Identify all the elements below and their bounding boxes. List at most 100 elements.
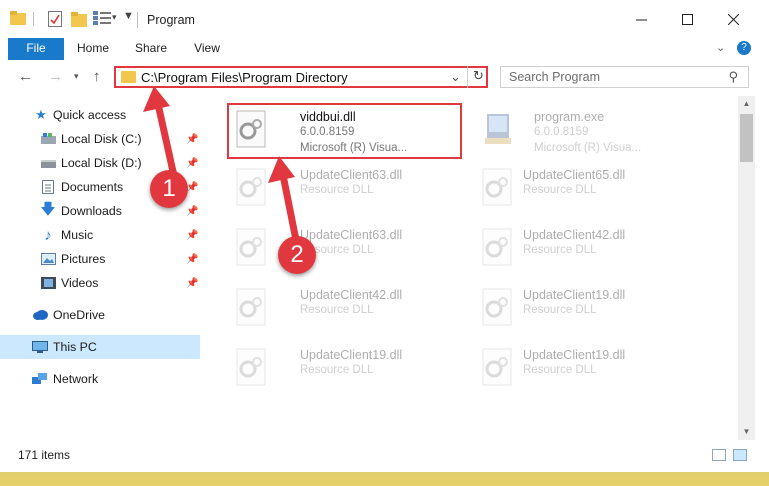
file-tile-updateclient42-dll[interactable]: UpdateClient42.dll Resource DLL	[475, 222, 705, 270]
sidebar-item-label: Pictures	[61, 252, 106, 266]
star-icon: ★	[35, 107, 47, 122]
title-bar: ▾ ▼ Program	[0, 0, 769, 38]
file-tile-updateclient65-dll[interactable]: UpdateClient65.dll Resource DLL	[475, 162, 705, 210]
file-type: Resource DLL	[300, 304, 374, 316]
file-type: Resource DLL	[523, 244, 597, 256]
address-path: C:\Program Files\Program Directory	[141, 70, 348, 85]
folder-icon	[10, 11, 26, 28]
dll-file-icon	[235, 348, 269, 386]
refresh-icon: ↻	[473, 68, 484, 83]
sidebar-item-onedrive[interactable]: OneDrive	[0, 303, 200, 327]
item-count: 171 items	[18, 448, 71, 462]
search-placeholder: Search Program	[509, 70, 601, 84]
back-arrow-icon[interactable]: ←	[18, 68, 33, 85]
refresh-button[interactable]: ↻	[467, 66, 489, 88]
sidebar-item-label: This PC	[53, 340, 97, 354]
search-input[interactable]: Search Program ⚲	[500, 66, 749, 88]
dll-file-icon	[235, 228, 269, 266]
sidebar-item-label: OneDrive	[53, 308, 105, 322]
annotation-badge-2: 2	[278, 236, 316, 274]
address-bar[interactable]: C:\Program Files\Program Directory ⌄	[114, 66, 488, 88]
file-name: UpdateClient42.dll	[523, 228, 626, 242]
sidebar-item-videos[interactable]: Videos 📌	[0, 271, 200, 295]
sidebar-item-pictures[interactable]: Pictures 📌	[0, 247, 200, 271]
vertical-scrollbar[interactable]: ▲ ▼	[738, 96, 755, 440]
file-tile-updateclient19-dll[interactable]: UpdateClient19.dll Resource DLL	[475, 282, 705, 330]
file-name: UpdateClient19.dll	[523, 288, 626, 302]
pin-icon[interactable]: 📌	[186, 158, 198, 169]
tab-view[interactable]: View	[186, 38, 228, 60]
tab-share[interactable]: Share	[127, 38, 175, 60]
sidebar-item-label: Local Disk (C:)	[61, 132, 142, 146]
annotation-badge-1: 1	[150, 170, 188, 208]
dll-file-icon	[481, 348, 515, 386]
sidebar-item-this-pc[interactable]: This PC	[0, 335, 200, 359]
sidebar-item-label: Videos	[61, 276, 99, 290]
scroll-thumb[interactable]	[740, 114, 753, 162]
sidebar-item-network[interactable]: Network	[0, 367, 200, 391]
pin-icon[interactable]: 📌	[186, 254, 198, 265]
monitor-icon	[32, 340, 48, 354]
file-tile-updateclient63-dll[interactable]: UpdateClient63.dll Resource DLL	[229, 162, 459, 210]
navigation-bar: ← → ▾ ↑ C:\Program Files\Program Directo…	[0, 60, 769, 94]
up-arrow-icon[interactable]: ↑	[93, 68, 101, 85]
sidebar-item-label: Documents	[61, 180, 124, 194]
dll-file-icon	[235, 288, 269, 326]
file-name: UpdateClient63.dll	[300, 168, 403, 182]
sidebar-item-label: Local Disk (D:)	[61, 156, 142, 170]
file-type: Resource DLL	[523, 364, 597, 376]
dll-file-icon	[481, 168, 515, 206]
dll-file-icon	[235, 168, 269, 206]
help-icon[interactable]: ?	[737, 41, 751, 55]
expand-ribbon-icon[interactable]: ⌄	[716, 41, 725, 54]
drive-icon	[40, 132, 56, 146]
divider	[33, 12, 34, 26]
details-view-icon[interactable]	[712, 449, 726, 461]
file-tile-updateclient42-dll[interactable]: UpdateClient42.dll Resource DLL	[229, 282, 459, 330]
navigation-pane: ★ Quick access Local Disk (C:) 📌 Local D…	[0, 96, 205, 440]
exe-file-icon	[481, 110, 515, 148]
tab-file[interactable]: File	[8, 38, 64, 60]
pin-icon[interactable]: 📌	[186, 206, 198, 217]
view-options-icon[interactable]	[93, 11, 111, 28]
window-title: Program	[147, 13, 195, 27]
file-name: UpdateClient65.dll	[523, 168, 626, 182]
new-folder-icon[interactable]	[71, 11, 87, 30]
file-tile-updateclient63-dll[interactable]: UpdateClient63.dll Resource DLL	[229, 222, 459, 270]
close-button[interactable]	[710, 0, 756, 38]
file-tile-updateclient19-dll[interactable]: UpdateClient19.dll Resource DLL	[475, 342, 705, 390]
large-icons-view-icon[interactable]	[733, 449, 747, 461]
file-name: UpdateClient42.dll	[300, 288, 403, 302]
properties-icon[interactable]	[48, 11, 62, 30]
network-icon	[32, 372, 48, 386]
pin-icon[interactable]: 📌	[186, 278, 198, 289]
maximize-button[interactable]	[664, 0, 710, 38]
cloud-icon	[32, 308, 48, 322]
dll-file-icon	[481, 288, 515, 326]
chevron-down-icon[interactable]: ⌄	[450, 69, 461, 85]
pin-icon[interactable]: 📌	[186, 134, 198, 145]
videos-icon	[40, 276, 56, 290]
forward-arrow-icon[interactable]: →	[48, 68, 63, 85]
search-icon: ⚲	[728, 69, 738, 84]
title-divider	[137, 12, 138, 28]
download-icon: 🡇	[40, 200, 56, 218]
minimize-button[interactable]	[618, 0, 664, 38]
recent-locations-icon[interactable]: ▾	[74, 71, 79, 82]
music-icon: ♪	[44, 226, 52, 244]
drive-icon	[40, 156, 56, 170]
highlight-box-selected-file	[227, 103, 462, 159]
file-tile-program-exe[interactable]: program.exe 6.0.0.8159 Microsoft (R) Vis…	[475, 104, 705, 154]
file-tile-updateclient19-dll[interactable]: UpdateClient19.dll Resource DLL	[229, 342, 459, 390]
sidebar-item-local-disk-c[interactable]: Local Disk (C:) 📌	[0, 127, 200, 151]
qat-dropdown-icon[interactable]: ▼	[123, 10, 134, 22]
status-bar: 171 items	[0, 444, 769, 466]
scroll-up-icon[interactable]: ▲	[738, 96, 755, 112]
pin-icon[interactable]: 📌	[186, 230, 198, 241]
tab-home[interactable]: Home	[70, 38, 116, 60]
sidebar-item-quick-access[interactable]: ★ Quick access	[0, 103, 200, 127]
scroll-down-icon[interactable]: ▼	[738, 424, 755, 440]
customize-dropdown-icon[interactable]: ▾	[112, 12, 117, 23]
documents-icon	[40, 180, 56, 194]
sidebar-item-music[interactable]: ♪ Music 📌	[0, 223, 200, 247]
